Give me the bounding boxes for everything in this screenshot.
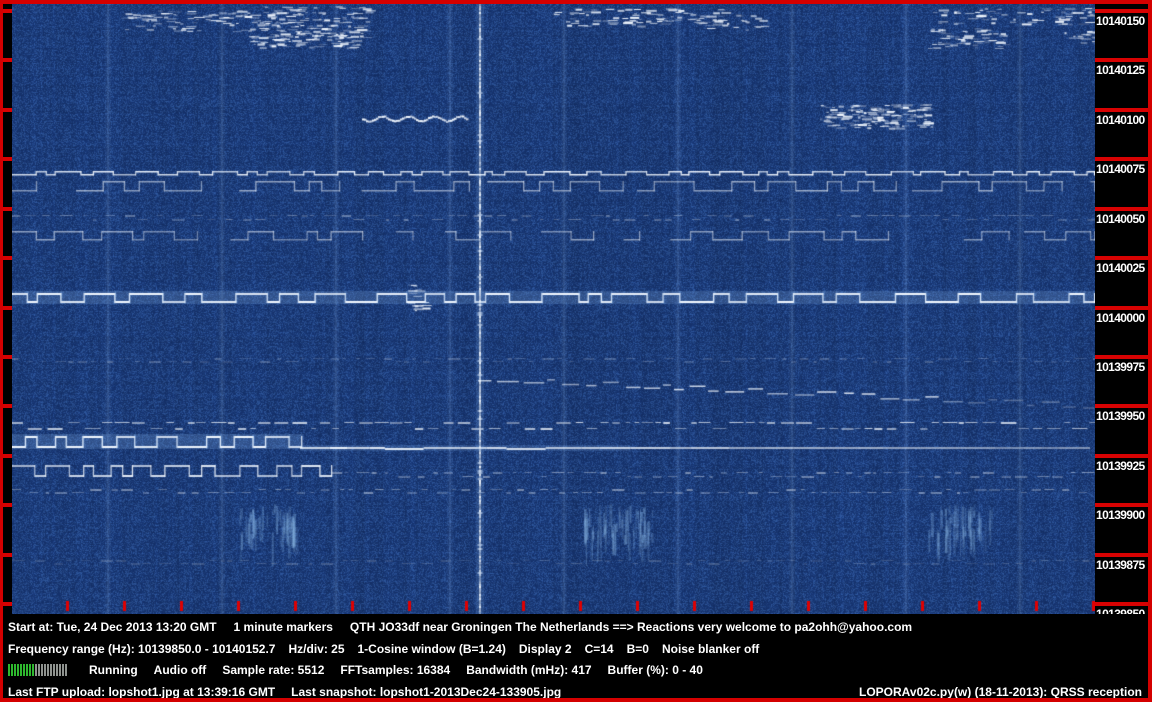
meter-bar-active [26,664,28,676]
freq-tick-strip [1095,503,1148,507]
meter-bar-active [14,664,16,676]
freq-tick-left [3,157,12,161]
freq-tick-strip [1095,207,1148,211]
freq-tick-strip [1095,553,1148,557]
qth-contact-text: QTH JO33df near Groningen The Netherland… [350,620,912,634]
meter-bar-inactive [65,664,67,676]
freq-tick-strip [1095,602,1148,606]
app-version-text: LOPORAv02c.py(w) (18-11-2013): QRSS rece… [859,685,1142,699]
meter-bar-inactive [59,664,61,676]
status-bar: Start at: Tue, 24 Dec 2013 13:20 GMT 1 m… [3,614,1148,698]
bandwidth-text: Bandwidth (mHz): 417 [466,663,591,677]
noise-blanker-text: Noise blanker off [662,642,759,656]
freq-label: 10139875 [1096,558,1148,572]
running-status-text: Running [89,663,138,677]
frequency-scale: 10140150 10140125 10140100 10140075 10140050… [1095,4,1148,614]
freq-tick-strip [1095,404,1148,408]
freq-tick-left [3,306,12,310]
freq-label: 10140075 [1096,162,1148,176]
status-line-frequency: Frequency range (Hz): 10139850.0 - 10140… [8,642,1142,656]
freq-label: 10139975 [1096,360,1148,374]
freq-tick-left [3,602,12,606]
start-time-text: Start at: Tue, 24 Dec 2013 13:20 GMT [8,620,217,634]
freq-tick-strip [1095,306,1148,310]
audio-status-text: Audio off [154,663,207,677]
ftp-upload-text: Last FTP upload: lopshot1.jpg at 13:39:1… [8,685,275,699]
hz-per-div-text: Hz/div: 25 [288,642,344,656]
freq-tick-left [3,256,12,260]
freq-tick-strip [1095,58,1148,62]
freq-tick-strip [1095,355,1148,359]
meter-bar-active [8,664,10,676]
freq-tick-left [3,108,12,112]
freq-tick-left [3,9,12,13]
window-function-text: 1-Cosine window (B=1.24) [358,642,506,656]
sample-rate-text: Sample rate: 5512 [222,663,324,677]
meter-bar-inactive [41,664,43,676]
freq-tick-left [3,207,12,211]
frequency-tick-column-left [3,4,12,614]
freq-tick-strip [1095,157,1148,161]
freq-tick-left [3,454,12,458]
frequency-range-text: Frequency range (Hz): 10139850.0 - 10140… [8,642,275,656]
freq-tick-left [3,355,12,359]
meter-bar-inactive [56,664,58,676]
freq-tick-strip [1095,454,1148,458]
freq-tick-left [3,58,12,62]
freq-label: 10140100 [1096,113,1148,127]
meter-bar-inactive [47,664,49,676]
meter-bar-active [17,664,19,676]
status-line-files: Last FTP upload: lopshot1.jpg at 13:39:1… [8,685,1142,699]
status-line-running: Running Audio off Sample rate: 5512 FFTs… [8,663,1142,677]
meter-bar-inactive [53,664,55,676]
brightness-text: B=0 [627,642,649,656]
freq-label: 10140050 [1096,212,1148,226]
meter-bar-inactive [50,664,52,676]
meter-bar-inactive [35,664,37,676]
freq-label: 10139925 [1096,459,1148,473]
freq-tick-left [3,503,12,507]
meter-bar-inactive [38,664,40,676]
status-line-start: Start at: Tue, 24 Dec 2013 13:20 GMT 1 m… [8,620,1142,634]
snapshot-text: Last snapshot: lopshot1-2013Dec24-133905… [291,685,561,699]
freq-label: 10140000 [1096,311,1148,325]
freq-tick-left [3,553,12,557]
freq-tick-strip [1095,256,1148,260]
meter-bar-active [32,664,34,676]
contrast-text: C=14 [585,642,614,656]
freq-tick-strip [1095,108,1148,112]
freq-label: 10139950 [1096,409,1148,423]
lopora-window: 10140150 10140125 10140100 10140075 10140050… [0,0,1152,702]
audio-level-meter [8,664,67,676]
freq-label: 10139900 [1096,508,1148,522]
meter-bar-active [29,664,31,676]
meter-bar-active [23,664,25,676]
freq-label: 10140150 [1096,14,1148,28]
freq-tick-strip [1095,9,1148,13]
meter-bar-inactive [62,664,64,676]
meter-bar-inactive [44,664,46,676]
fft-samples-text: FFTsamples: 16384 [340,663,450,677]
display-mode-text: Display 2 [519,642,572,656]
buffer-text: Buffer (%): 0 - 40 [608,663,703,677]
meter-bar-active [20,664,22,676]
minute-markers-text: 1 minute markers [234,620,333,634]
spectrogram-canvas [12,4,1095,614]
meter-bar-active [11,664,13,676]
freq-label: 10140025 [1096,261,1148,275]
freq-tick-left [3,404,12,408]
freq-label: 10140125 [1096,63,1148,77]
